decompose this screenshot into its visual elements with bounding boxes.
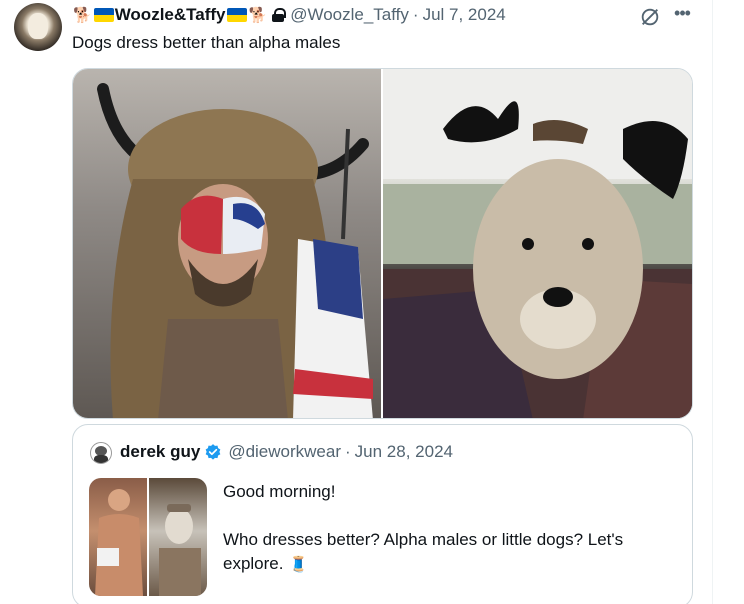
quote-header: derek guy @dieworkwear · Jun 28, 2024 [120, 442, 453, 462]
ukraine-flag-icon [226, 8, 247, 22]
tweet-header: 🐕 Woozle&Taffy 🐕 @Woozle_Taffy · Jul 7, … [72, 4, 506, 26]
separator: · [345, 442, 351, 461]
tweet-date[interactable]: Jul 7, 2024 [423, 5, 506, 25]
quoted-tweet[interactable]: derek guy @dieworkwear · Jun 28, 2024 Go… [72, 424, 693, 604]
column-divider [712, 0, 713, 604]
grok-icon[interactable] [639, 6, 661, 28]
dog-emoji-icon: 🐕 [73, 6, 92, 24]
quote-media-grid[interactable] [89, 478, 207, 596]
quote-handle[interactable]: @dieworkwear [228, 442, 341, 462]
photo-dog-antlers [383, 69, 692, 418]
quote-text: Good morning! Who dresses better? Alpha … [223, 480, 673, 576]
author-handle[interactable]: @Woozle_Taffy [290, 5, 409, 25]
quote-photo-dog [159, 504, 201, 596]
quote-photo-2[interactable] [149, 478, 207, 596]
quote-avatar[interactable] [90, 442, 112, 464]
tweet-text: Dogs dress better than alpha males [72, 33, 341, 52]
media-grid[interactable] [72, 68, 693, 419]
photo-man-horns [97, 83, 373, 418]
more-icon[interactable]: ••• [671, 4, 693, 28]
verified-icon [205, 444, 221, 460]
dog-emoji-icon: 🐕 [248, 6, 268, 24]
ukraine-flag-icon [93, 8, 114, 22]
separator: · [412, 5, 419, 24]
quote-date[interactable]: Jun 28, 2024 [355, 442, 453, 462]
quote-photo-man [95, 489, 143, 596]
thread-emoji-icon: 🧵 [289, 555, 308, 573]
media-photo-2[interactable] [383, 69, 692, 418]
quote-text-line1: Good morning! [223, 482, 336, 501]
media-photo-1[interactable] [73, 69, 381, 418]
lock-icon [272, 8, 287, 22]
quote-text-line2: Who dresses better? Alpha males or littl… [223, 530, 624, 573]
avatar[interactable] [14, 3, 62, 51]
author-display-name[interactable]: Woozle&Taffy [115, 5, 226, 25]
quote-display-name[interactable]: derek guy [120, 442, 200, 462]
quote-photo-1[interactable] [89, 478, 147, 596]
